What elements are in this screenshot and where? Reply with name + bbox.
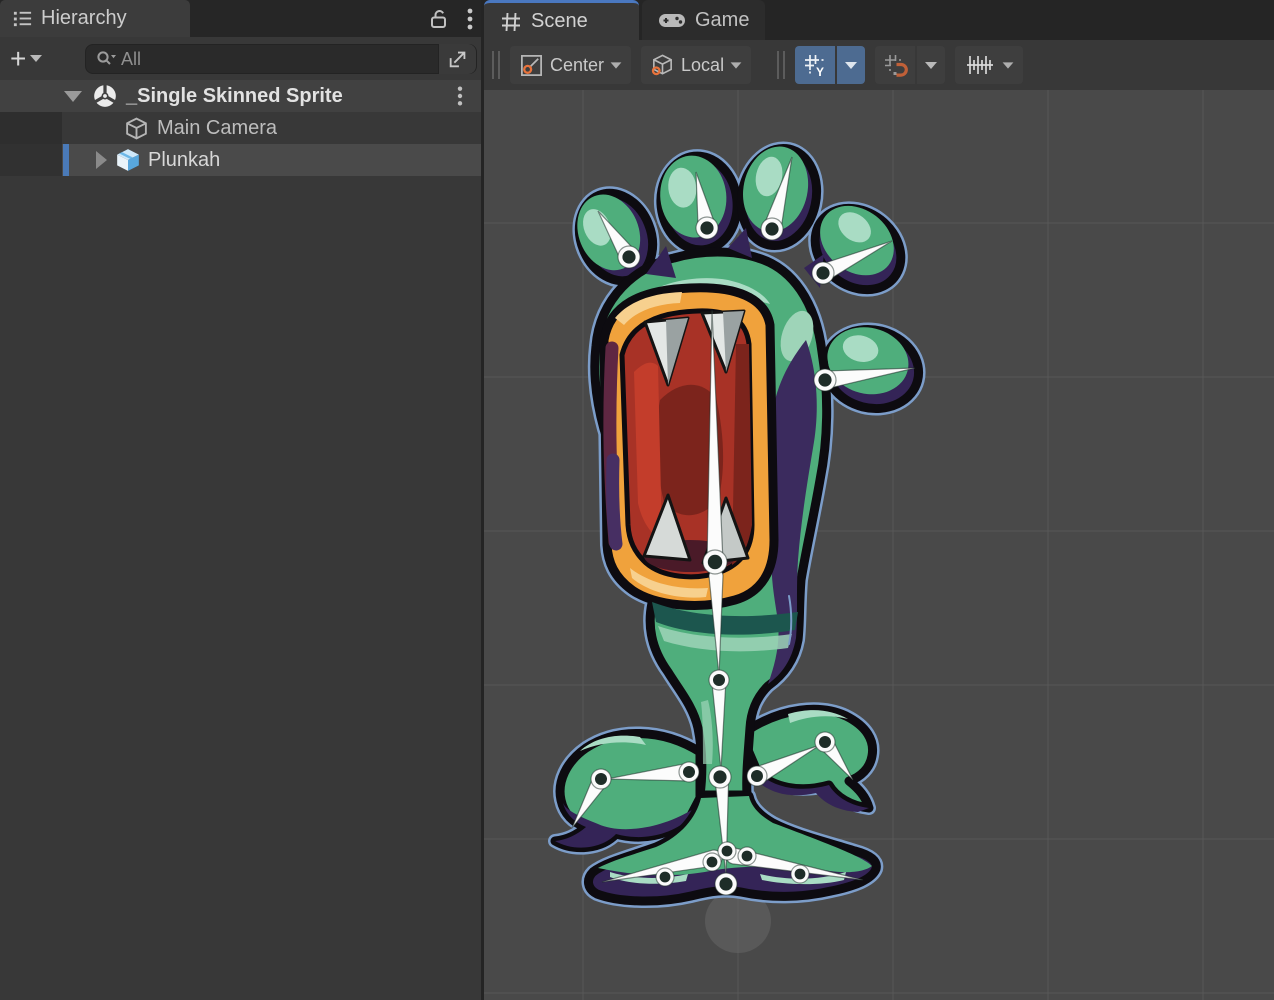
scene-viewport[interactable] (484, 90, 1274, 1000)
bone-joint[interactable] (703, 550, 727, 574)
bone-joint[interactable] (718, 842, 736, 860)
scene-tabstrip: Scene Game (484, 0, 1274, 40)
grid-axis-letter: Y (816, 65, 824, 78)
scene-panel: Scene Game (484, 0, 1274, 1000)
tab-hierarchy[interactable]: Hierarchy (0, 0, 190, 37)
plunkah-sprite[interactable] (555, 140, 927, 901)
bone-joint[interactable] (761, 218, 783, 240)
orientation-dropdown[interactable]: Local (641, 46, 751, 84)
foldout-open-icon[interactable] (64, 91, 82, 102)
tab-scene[interactable]: Scene (484, 0, 639, 40)
hierarchy-item-plunkah[interactable]: Plunkah (0, 144, 481, 176)
toolbar-grip[interactable] (777, 51, 785, 79)
hierarchy-tabstrip: Hierarchy (0, 0, 481, 37)
hierarchy-toolbar: + (0, 37, 481, 80)
bone-joint[interactable] (815, 732, 835, 752)
item-label: Plunkah (148, 149, 220, 172)
visibility-gutter[interactable] (0, 144, 62, 176)
cube-icon (124, 116, 149, 141)
bone-joint[interactable] (814, 369, 836, 391)
local-space-icon (650, 53, 675, 78)
scene-tab-label: Scene (531, 10, 588, 33)
scene-header-row[interactable]: _Single Skinned Sprite (0, 80, 481, 112)
grid-icon (500, 11, 522, 33)
grid-visibility-group: Y (795, 46, 865, 84)
bone-joint[interactable] (618, 246, 640, 268)
chevron-down-icon (30, 55, 42, 62)
bone-joint[interactable] (791, 865, 809, 883)
ruler-icon (964, 52, 996, 78)
gamepad-icon (658, 11, 686, 30)
grid-settings-dropdown[interactable] (837, 46, 865, 84)
scene-kebab-icon[interactable] (457, 85, 463, 107)
hierarchy-panel: Hierarchy + (0, 0, 481, 1000)
bone-joint[interactable] (679, 762, 699, 782)
create-object-button[interactable]: + (10, 46, 42, 72)
unity-scene-icon (92, 83, 118, 109)
chevron-down-icon (611, 62, 622, 68)
game-tab-label: Game (695, 9, 749, 32)
chevron-down-icon (1003, 62, 1014, 68)
pivot-center-icon (519, 53, 544, 78)
snap-increment-dropdown[interactable] (955, 46, 1023, 84)
kebab-menu-icon[interactable] (467, 7, 473, 31)
hierarchy-item-main-camera[interactable]: Main Camera (0, 112, 481, 144)
hierarchy-search (85, 44, 477, 74)
grid-visibility-toggle[interactable]: Y (795, 46, 835, 84)
open-in-window-icon[interactable] (438, 44, 476, 74)
bone-joint[interactable] (738, 847, 756, 865)
hierarchy-tab-label: Hierarchy (41, 7, 127, 30)
orientation-label: Local (681, 55, 724, 76)
list-icon (12, 8, 33, 29)
bone-joint[interactable] (703, 853, 721, 871)
bone-joint[interactable] (715, 873, 737, 895)
chevron-down-icon (925, 62, 937, 69)
plus-icon: + (10, 46, 26, 72)
prefab-icon (115, 147, 141, 173)
unlock-icon[interactable] (427, 7, 451, 31)
snap-settings-dropdown[interactable] (917, 46, 945, 84)
pivot-mode-label: Center (550, 55, 604, 76)
selection-indicator (63, 144, 69, 176)
tab-game[interactable]: Game (642, 0, 765, 40)
bone-joint[interactable] (709, 670, 729, 690)
unity-editor-window: Hierarchy + (0, 0, 1274, 1000)
snap-toggle[interactable] (875, 46, 915, 84)
pivot-mode-dropdown[interactable]: Center (510, 46, 631, 84)
visibility-gutter[interactable] (0, 112, 62, 144)
bone-joint[interactable] (709, 766, 731, 788)
bone-joint[interactable] (812, 262, 834, 284)
scene-toolbar: Center Local (484, 40, 1274, 90)
chevron-down-icon (845, 62, 857, 69)
toolbar-grip[interactable] (492, 51, 500, 79)
snap-group (875, 46, 945, 84)
search-input[interactable] (117, 49, 438, 70)
bone-joint[interactable] (591, 769, 611, 789)
bone-joint[interactable] (696, 217, 718, 239)
item-label: Main Camera (157, 117, 277, 140)
search-icon[interactable] (95, 49, 117, 69)
hierarchy-tree: _Single Skinned Sprite Main Camera (0, 80, 481, 176)
bone-joint[interactable] (656, 868, 674, 886)
chevron-down-icon (731, 62, 742, 68)
foldout-closed-icon[interactable] (96, 151, 107, 169)
scene-name-label: _Single Skinned Sprite (126, 85, 343, 108)
bone-joint[interactable] (747, 766, 767, 786)
